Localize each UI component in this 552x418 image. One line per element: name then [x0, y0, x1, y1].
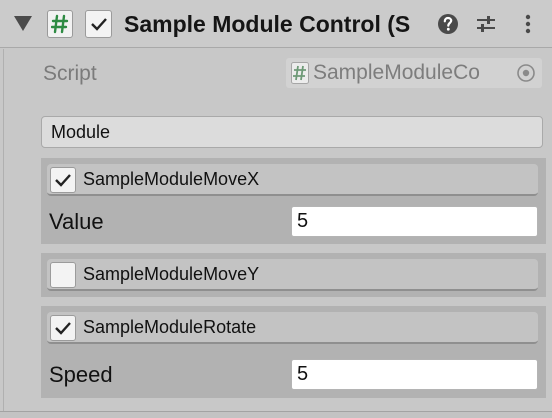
module-item: SampleModuleMoveY	[41, 253, 546, 297]
module-enabled-checkbox[interactable]	[50, 262, 76, 288]
value-input[interactable]: 5	[291, 206, 538, 237]
script-icon	[47, 10, 73, 38]
speed-label: Speed	[49, 362, 113, 387]
help-icon[interactable]	[436, 12, 460, 36]
module-name: SampleModuleMoveX	[83, 169, 260, 189]
module-name: SampleModuleMoveY	[83, 264, 260, 284]
checkmark-icon	[55, 322, 71, 335]
module-enabled-checkbox[interactable]	[50, 167, 76, 193]
script-label: Script	[43, 62, 97, 85]
script-field-value: SampleModuleCo	[313, 61, 480, 84]
object-picker-icon[interactable]	[516, 63, 536, 83]
kebab-menu-icon[interactable]	[516, 12, 540, 36]
script-object-field[interactable]: SampleModuleCo	[286, 58, 542, 88]
component-title: Sample Module Control (S	[124, 11, 411, 37]
presets-icon[interactable]	[474, 12, 498, 36]
module-title-bar[interactable]: SampleModuleMoveX	[47, 164, 538, 196]
module-item: SampleModuleRotate Speed 5	[41, 306, 546, 398]
component-header: Sample Module Control (S	[0, 0, 552, 48]
speed-input[interactable]: 5	[291, 359, 538, 390]
value-label: Value	[49, 209, 104, 234]
component-enabled-checkbox[interactable]	[85, 10, 112, 38]
module-enabled-checkbox[interactable]	[50, 315, 76, 341]
script-icon	[290, 61, 310, 85]
module-title-bar[interactable]: SampleModuleMoveY	[47, 259, 538, 291]
module-name: SampleModuleRotate	[83, 317, 257, 337]
checkmark-icon	[90, 18, 107, 31]
module-item: SampleModuleMoveX Value 5	[41, 158, 546, 244]
checkmark-icon	[55, 174, 71, 187]
foldout-triangle-icon[interactable]	[14, 16, 32, 31]
divider	[0, 411, 552, 418]
module-list-header[interactable]: Module	[41, 116, 543, 148]
module-title-bar[interactable]: SampleModuleRotate	[47, 312, 538, 344]
